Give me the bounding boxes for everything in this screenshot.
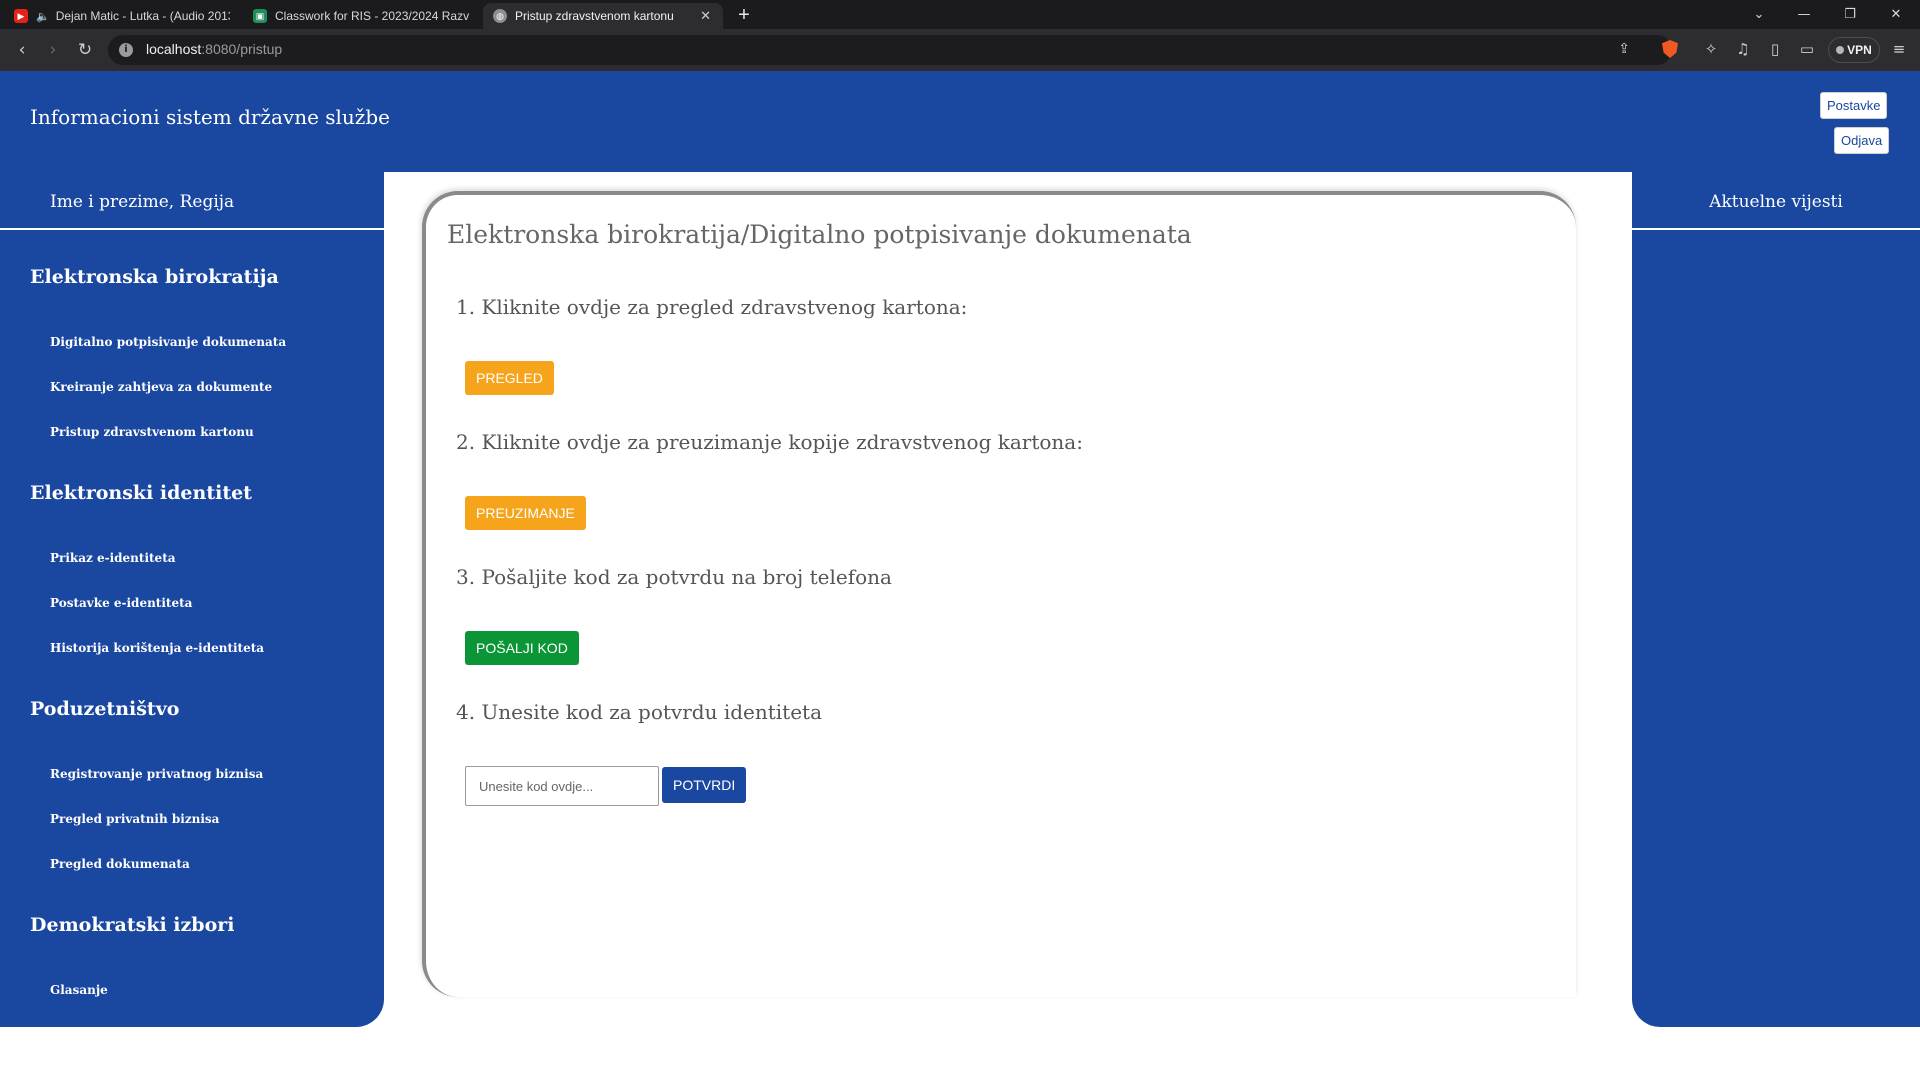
- page-title: Elektronska birokratija/Digitalno potpis…: [447, 220, 1192, 249]
- restore-icon[interactable]: ❐: [1828, 0, 1872, 29]
- section-elektronska-birokratija: Elektronska birokratija: [30, 266, 279, 288]
- potvrdi-button[interactable]: POTVRDI: [662, 767, 747, 803]
- logout-button[interactable]: Odjava: [1834, 127, 1890, 154]
- site-title: Informacioni sistem državne službe: [30, 105, 390, 129]
- section-poduzetnistvo: Poduzetništvo: [30, 698, 180, 720]
- new-tab-button[interactable]: +: [731, 3, 757, 29]
- left-sidebar: Ime i prezime, Regija Elektronska birokr…: [0, 172, 384, 1027]
- sidebar-item-pristup-kartonu[interactable]: Pristup zdravstvenom kartonu: [50, 425, 254, 439]
- sidebar-item-pregled-biznisa[interactable]: Pregled privatnih biznisa: [50, 812, 219, 826]
- tab-label: Pristup zdravstvenom kartonu: [515, 9, 674, 23]
- section-demokratski-izbori: Demokratski izbori: [30, 914, 235, 936]
- sidebar-item-pregled-dokumenata[interactable]: Pregled dokumenata: [50, 857, 190, 871]
- tab-search-icon[interactable]: ⌄: [1737, 0, 1781, 29]
- sidebar-item-prikaz-e-identiteta[interactable]: Prikaz e-identiteta: [50, 551, 176, 565]
- step-3-text: 3. Pošaljite kod za potvrdu na broj tele…: [456, 565, 892, 589]
- step-2-text: 2. Kliknite ovdje za preuzimanje kopije …: [456, 430, 1083, 454]
- sidebar-item-postavke-e-identiteta[interactable]: Postavke e-identiteta: [50, 596, 192, 610]
- code-input[interactable]: [465, 766, 659, 806]
- sidebar-icon[interactable]: ▯: [1764, 38, 1786, 60]
- close-tab-icon[interactable]: ✕: [690, 8, 711, 24]
- sidebar-item-glasanje[interactable]: Glasanje: [50, 983, 108, 997]
- vpn-status-icon: [1836, 46, 1845, 54]
- preuzimanje-button[interactable]: PREUZIMANJE: [465, 496, 586, 530]
- classroom-icon: ▣: [253, 9, 267, 23]
- address-bar[interactable]: i localhost:8080/pristup ⇪: [108, 35, 1672, 65]
- sidebar-item-registrovanje-biznisa[interactable]: Registrovanje privatnog biznisa: [50, 767, 263, 781]
- tab-label: Classwork for RIS - 2023/2024 Razvoj i: [275, 9, 469, 23]
- user-name-region: Ime i prezime, Regija: [0, 172, 384, 230]
- tab-label: Dejan Matic - Lutka - (Audio 2013): [55, 9, 230, 23]
- browser-toolbar: ‹ › ↻ i localhost:8080/pristup ⇪: [0, 29, 1920, 71]
- browser-tab-bar: ▶ 🔈 Dejan Matic - Lutka - (Audio 2013) ▣…: [0, 0, 1920, 29]
- share-icon[interactable]: ⇪: [1618, 41, 1630, 57]
- right-sidebar: Aktuelne vijesti: [1632, 172, 1920, 1027]
- tab-pristup[interactable]: ◍ Pristup zdravstvenom kartonu ✕: [483, 3, 723, 29]
- tab-youtube[interactable]: ▶ 🔈 Dejan Matic - Lutka - (Audio 2013): [4, 3, 242, 29]
- close-window-icon[interactable]: ✕: [1874, 0, 1918, 29]
- media-icon[interactable]: ♫: [1732, 38, 1754, 60]
- site-info-icon[interactable]: i: [119, 43, 133, 57]
- globe-icon: ◍: [493, 9, 507, 23]
- section-elektronski-identitet: Elektronski identitet: [30, 482, 252, 504]
- step-1-text: 1. Kliknite ovdje za pregled zdravstveno…: [456, 295, 968, 319]
- url-text[interactable]: localhost:8080/pristup: [146, 41, 282, 57]
- speaker-icon[interactable]: 🔈: [36, 10, 50, 23]
- sidebar-item-digitalno-potpisivanje[interactable]: Digitalno potpisivanje dokumenata: [50, 335, 286, 349]
- vpn-button[interactable]: VPN: [1828, 37, 1880, 63]
- minimize-icon[interactable]: —: [1782, 0, 1826, 29]
- pregled-button[interactable]: PREGLED: [465, 361, 554, 395]
- extensions-icon[interactable]: ✧: [1700, 38, 1722, 60]
- step-4-text: 4. Unesite kod za potvrdu identiteta: [456, 700, 823, 724]
- reload-icon[interactable]: ↻: [72, 38, 98, 62]
- posalji-kod-button[interactable]: POŠALJI KOD: [465, 631, 579, 665]
- main-card: Elektronska birokratija/Digitalno potpis…: [422, 191, 1576, 997]
- wallet-icon[interactable]: ▭: [1796, 38, 1818, 60]
- tab-classroom[interactable]: ▣ Classwork for RIS - 2023/2024 Razvoj i: [243, 3, 481, 29]
- youtube-icon: ▶: [14, 9, 28, 23]
- sidebar-item-historija-e-identiteta[interactable]: Historija korištenja e-identiteta: [50, 641, 264, 655]
- back-icon[interactable]: ‹: [9, 38, 35, 62]
- sidebar-item-kreiranje-zahtjeva[interactable]: Kreiranje zahtjeva za dokumente: [50, 380, 272, 394]
- site-header: Informacioni sistem državne službe Posta…: [0, 71, 1920, 172]
- forward-icon[interactable]: ›: [40, 38, 66, 62]
- news-header: Aktuelne vijesti: [1632, 172, 1920, 230]
- menu-icon[interactable]: ≡: [1888, 38, 1910, 60]
- settings-button[interactable]: Postavke: [1820, 92, 1888, 119]
